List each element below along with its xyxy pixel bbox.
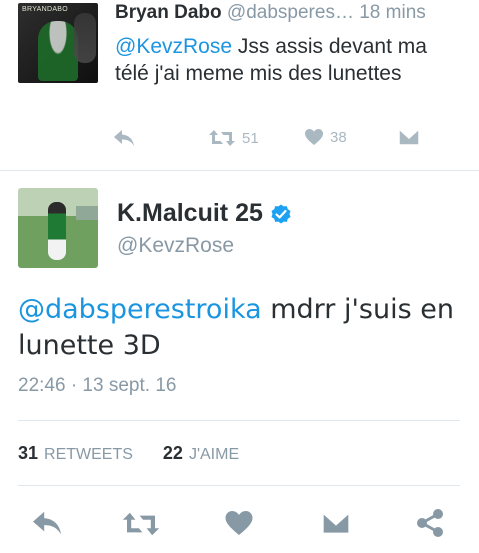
retweet-icon — [122, 512, 160, 536]
divider — [18, 485, 460, 486]
tweet-card-bryan-dabo[interactable]: BRYANDABO Bryan Dabo @dabsperes… 18 mins… — [0, 0, 479, 171]
tweet-time: 18 mins — [359, 2, 426, 23]
tweet-stats: 31 RETWEETS 22 J'AIME — [18, 443, 239, 464]
avatar-caption: BRYANDABO — [22, 6, 69, 13]
avatar-figure-secondary — [74, 13, 96, 63]
mention-link[interactable]: @dabsperestroika — [18, 294, 262, 325]
user-name[interactable]: Bryan Dabo — [115, 2, 222, 23]
like-icon — [225, 511, 253, 535]
dm-icon — [398, 128, 420, 146]
reply-icon — [33, 511, 61, 535]
likes-count[interactable]: 22 — [163, 443, 183, 464]
share-icon — [417, 509, 443, 537]
user-name[interactable]: K.Malcuit 25 — [117, 199, 263, 228]
avatar-background-sign — [76, 206, 98, 220]
tweet-detail-actions — [0, 505, 479, 541]
reply-button[interactable] — [112, 128, 136, 148]
like-icon — [305, 129, 323, 145]
retweet-icon — [209, 130, 235, 146]
user-name-row[interactable]: K.Malcuit 25 — [117, 199, 293, 228]
mention-link[interactable]: @KevzRose — [115, 35, 232, 58]
retweets-count[interactable]: 31 — [18, 443, 38, 464]
reply-icon — [114, 130, 134, 146]
divider — [18, 420, 460, 421]
like-button[interactable] — [224, 509, 254, 537]
dm-button[interactable] — [398, 128, 420, 146]
retweet-button[interactable]: 51 — [208, 128, 259, 148]
dm-icon — [321, 511, 351, 535]
like-count: 38 — [330, 128, 347, 146]
retweet-count: 51 — [242, 129, 259, 147]
retweet-button[interactable] — [121, 510, 161, 538]
avatar[interactable] — [18, 188, 98, 268]
avatar-figure — [48, 202, 66, 260]
tweet-text: @KevzRose Jss assis devant ma télé j'ai … — [115, 33, 465, 87]
tweet-actions: 51 38 — [112, 128, 432, 152]
tweet-timestamp: 22:46 · 13 sept. 16 — [18, 375, 177, 396]
user-handle[interactable]: @KevzRose — [117, 234, 234, 258]
share-button[interactable] — [414, 507, 446, 539]
dm-button[interactable] — [321, 511, 351, 535]
tweet-text: @dabsperestroika mdrr j'suis en lunette … — [18, 292, 458, 364]
avatar-figure — [38, 21, 78, 81]
retweets-label[interactable]: RETWEETS — [44, 446, 133, 464]
like-button[interactable]: 38 — [304, 128, 347, 146]
user-handle[interactable]: @dabsperes… — [227, 2, 354, 23]
likes-label[interactable]: J'AIME — [189, 446, 239, 464]
tweet-header: Bryan Dabo @dabsperes… 18 mins — [115, 2, 465, 24]
avatar[interactable]: BRYANDABO — [18, 3, 98, 83]
verified-badge-icon — [271, 204, 291, 223]
reply-button[interactable] — [30, 509, 64, 537]
